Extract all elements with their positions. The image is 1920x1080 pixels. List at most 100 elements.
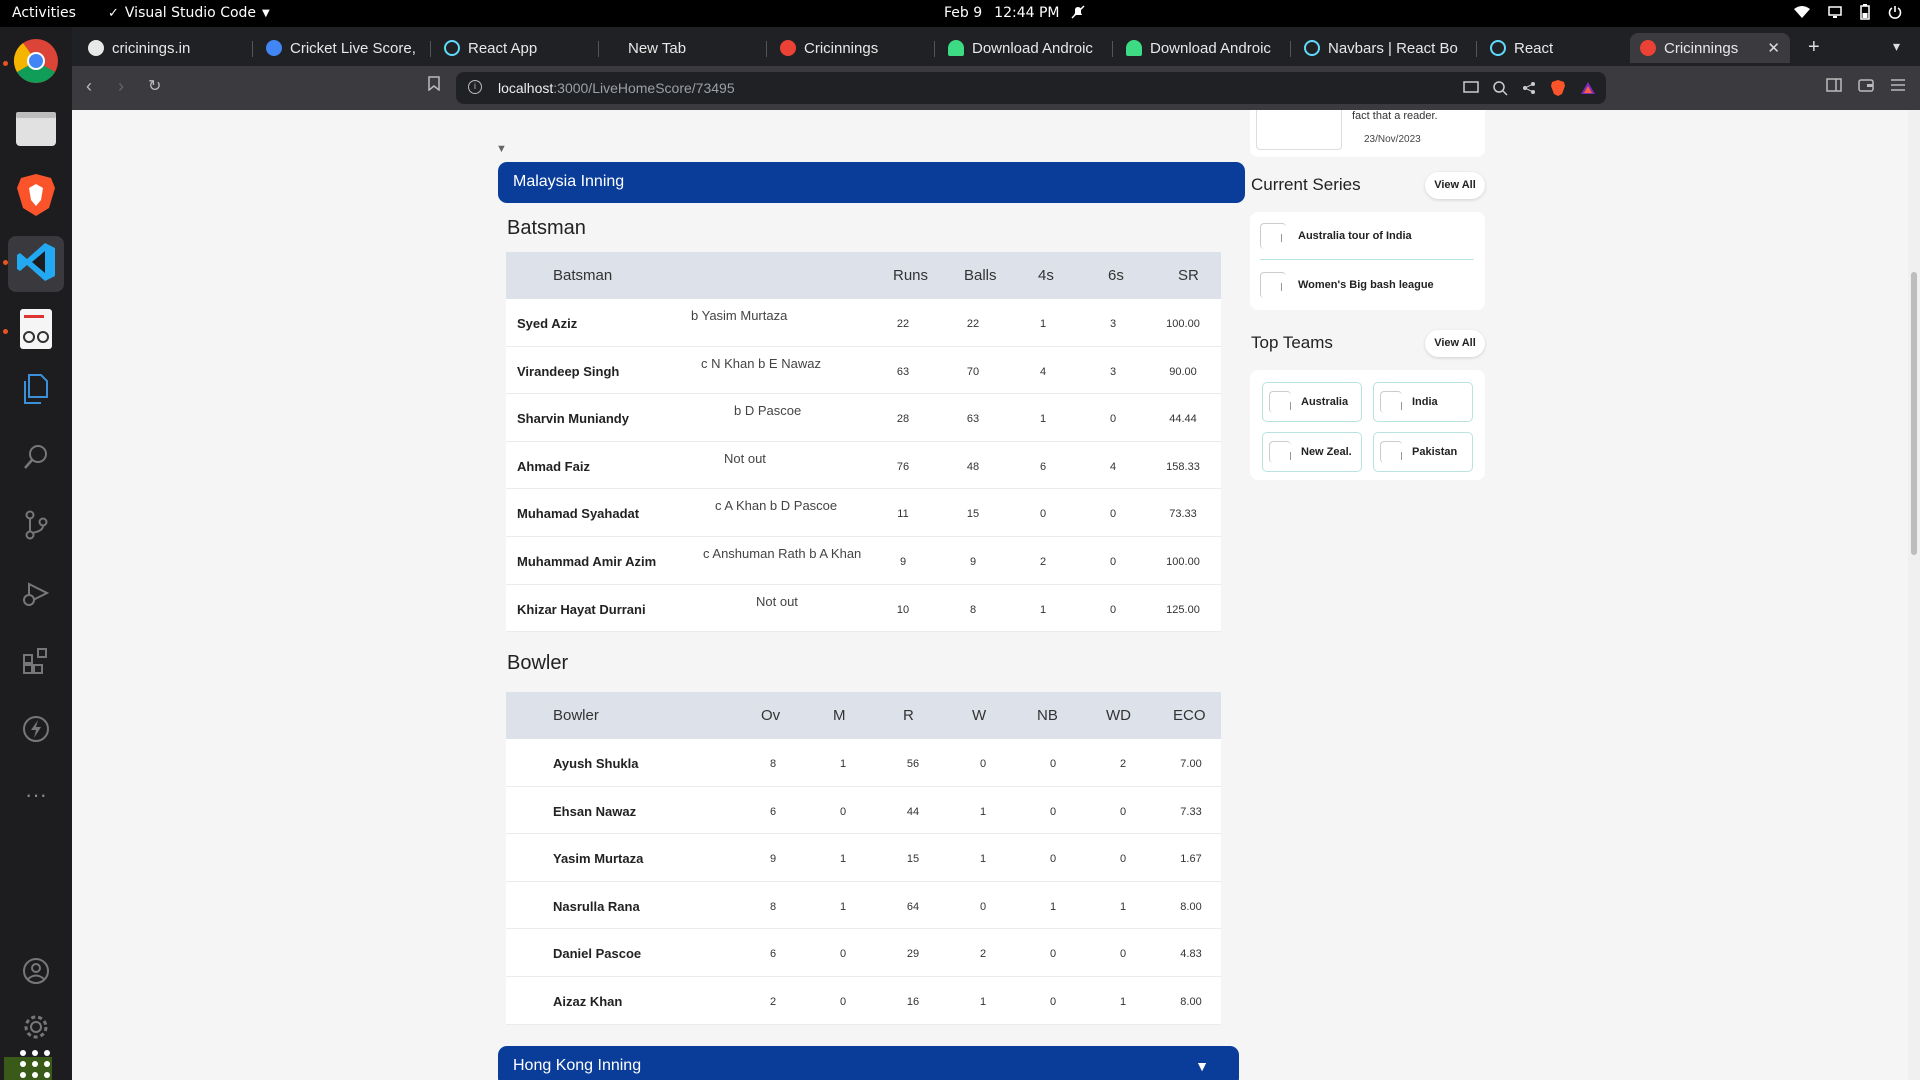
browser-tab[interactable]: React App (434, 33, 594, 63)
tab-divider (598, 41, 599, 57)
zoom-icon[interactable] (1493, 80, 1508, 99)
dismissal-text: c A Khan b D Pascoe (715, 498, 838, 514)
table-row[interactable]: Muhamad Syahadat c A Khan b D Pascoe 11 15 0… (506, 489, 1221, 537)
brave-rewards-icon[interactable] (1580, 81, 1596, 98)
balls-value: 8 (969, 603, 977, 616)
sr-value: 90.00 (1169, 365, 1197, 378)
address-bar[interactable]: i localhost:3000/LiveHomeScore/73495 (456, 72, 1606, 104)
col-batsman: Batsman (553, 267, 613, 284)
noballs-value: 0 (1049, 995, 1057, 1008)
cast-icon[interactable] (1463, 81, 1479, 98)
brave-launcher[interactable] (8, 169, 64, 225)
table-row[interactable]: Nasrulla Rana 8 1 64 0 1 1 8.00 (506, 882, 1221, 930)
balls-value: 48 (966, 460, 980, 473)
document-viewer-launcher[interactable] (8, 303, 64, 359)
app-menu[interactable]: ✓ Visual Studio Code ▼ (108, 5, 270, 21)
chrome-launcher[interactable] (8, 35, 64, 91)
inning-header[interactable]: Hong Kong Inning ▼ (498, 1046, 1239, 1080)
browser-tab-active[interactable]: Cricinnings ✕ (1630, 33, 1790, 63)
browser-tab[interactable]: Cricket Live Score, (256, 33, 426, 63)
menu-icon[interactable] (1890, 78, 1906, 97)
col-fours: 4s (1038, 267, 1054, 284)
back-button[interactable]: ‹ (86, 76, 92, 97)
table-row[interactable]: Muhammad Amir Azim c Anshuman Rath b A Kh… (506, 537, 1221, 585)
explorer-icon[interactable] (20, 373, 52, 405)
page-scrollbar[interactable] (1908, 110, 1920, 1080)
table-row[interactable]: Ehsan Nawaz 6 0 44 1 0 0 7.33 (506, 787, 1221, 835)
run-debug-icon[interactable] (20, 577, 52, 609)
browser-tab[interactable]: React (1480, 33, 1640, 63)
forward-button[interactable]: › (118, 76, 124, 97)
sidebar-toggle-icon[interactable] (1826, 78, 1842, 97)
table-row[interactable]: Ayush Shukla 8 1 56 0 0 2 7.00 (506, 739, 1221, 787)
noballs-value: 0 (1049, 805, 1057, 818)
runs-value: 44 (906, 805, 920, 818)
table-row[interactable]: Aizaz Khan 2 0 16 1 0 1 8.00 (506, 977, 1221, 1025)
bookmark-icon[interactable] (428, 76, 440, 94)
reload-button[interactable]: ↻ (148, 76, 161, 96)
table-row[interactable]: Sharvin Muniandy b D Pascoe 28 63 1 0 44.44 (506, 394, 1221, 442)
wides-value: 0 (1119, 948, 1127, 961)
table-row[interactable]: Virandeep Singh c N Khan b E Nawaz 63 70 4 3 9… (506, 347, 1221, 395)
series-item[interactable]: Australia tour of India (1260, 212, 1474, 260)
tab-title: Cricinnings (804, 39, 879, 57)
files-launcher[interactable] (8, 102, 64, 158)
table-row[interactable]: Syed Aziz b Yasim Murtaza 22 22 1 3 100.00 (506, 299, 1221, 347)
tab-search-chevron-icon[interactable]: ▾ (1893, 38, 1900, 55)
browser-tab[interactable]: Cricinnings (770, 33, 930, 63)
battery-icon (1860, 4, 1870, 24)
table-row[interactable]: Daniel Pascoe 6 0 29 2 0 0 4.83 (506, 929, 1221, 977)
teams-view-all-button[interactable]: View All (1425, 330, 1485, 357)
wides-value: 2 (1119, 758, 1127, 770)
series-view-all-button[interactable]: View All (1425, 172, 1485, 199)
tab-divider (766, 41, 767, 57)
series-logo (1260, 222, 1286, 249)
browser-tab[interactable]: Navbars | React Bo (1294, 33, 1472, 63)
site-info-icon[interactable]: i (468, 80, 482, 94)
settings-gear-icon[interactable] (20, 1011, 52, 1043)
new-tab-button[interactable]: + (1808, 36, 1820, 59)
more-icon[interactable]: ··· (20, 779, 52, 811)
table-row[interactable]: Ahmad Faiz Not out 76 48 6 4 158.33 (506, 442, 1221, 490)
browser-tab[interactable]: Download Androic (1116, 33, 1286, 63)
batting-table: Batsman Runs Balls 4s 6s SR Syed Aziz b Y… (506, 252, 1221, 633)
table-row[interactable]: Yasim Murtaza 9 1 15 1 0 0 1.67 (506, 834, 1221, 882)
close-tab-icon[interactable]: ✕ (1767, 39, 1780, 57)
fours-value: 2 (1039, 555, 1047, 568)
accounts-icon[interactable] (20, 955, 52, 987)
wallet-icon[interactable] (1858, 78, 1874, 97)
scrollbar-thumb[interactable] (1911, 272, 1917, 555)
browser-tab[interactable]: Download Androic (938, 33, 1108, 63)
source-control-icon[interactable] (20, 509, 52, 541)
bowling-table: Bowler Ov M R W NB WD ECO Ayush Shukla 8 1… (506, 692, 1221, 1025)
activities-button[interactable]: Activities (12, 5, 76, 21)
vscode-launcher[interactable] (8, 236, 64, 292)
system-tray[interactable] (1794, 4, 1902, 24)
team-chip-pakistan[interactable]: Pakistan (1373, 432, 1473, 472)
news-card[interactable]: fact that a reader. 23/Nov/2023 (1250, 110, 1485, 157)
brave-shields-icon[interactable] (1550, 79, 1566, 100)
extensions-icon[interactable] (20, 645, 52, 677)
series-item[interactable]: Women's Big bash league (1260, 261, 1474, 309)
inning-header[interactable]: Malaysia Inning (498, 162, 1245, 203)
team-chip-india[interactable]: India (1373, 382, 1473, 422)
col-balls: Balls (964, 267, 997, 284)
browser-tab[interactable]: cricinings.in (78, 33, 248, 63)
clock[interactable]: Feb 9 12:44 PM (944, 5, 1086, 23)
show-apps-button[interactable] (0, 1047, 72, 1080)
react-icon (444, 40, 460, 56)
browser-tab[interactable]: New Tab (602, 33, 762, 63)
collapse-caret-icon[interactable]: ▼ (496, 143, 507, 155)
wides-value: 0 (1119, 853, 1127, 866)
thunder-client-icon[interactable] (20, 713, 52, 745)
col-runs: Runs (893, 267, 929, 284)
team-chip-australia[interactable]: Australia (1262, 382, 1362, 422)
batsman-name: Sharvin Muniandy (517, 411, 629, 427)
col-wides: WD (1106, 707, 1131, 724)
share-icon[interactable] (1522, 81, 1536, 98)
expand-caret-icon[interactable]: ▼ (1195, 1058, 1209, 1074)
search-icon[interactable] (20, 441, 52, 473)
team-chip-new-zealand[interactable]: New Zeal. (1262, 432, 1362, 472)
bowling-rows: Ayush Shukla 8 1 56 0 0 2 7.00 Ehsan Nawaz 6 0 44 1 0… (506, 739, 1221, 1025)
table-row[interactable]: Khizar Hayat Durrani Not out 10 8 1 0 125.00 (506, 585, 1221, 633)
